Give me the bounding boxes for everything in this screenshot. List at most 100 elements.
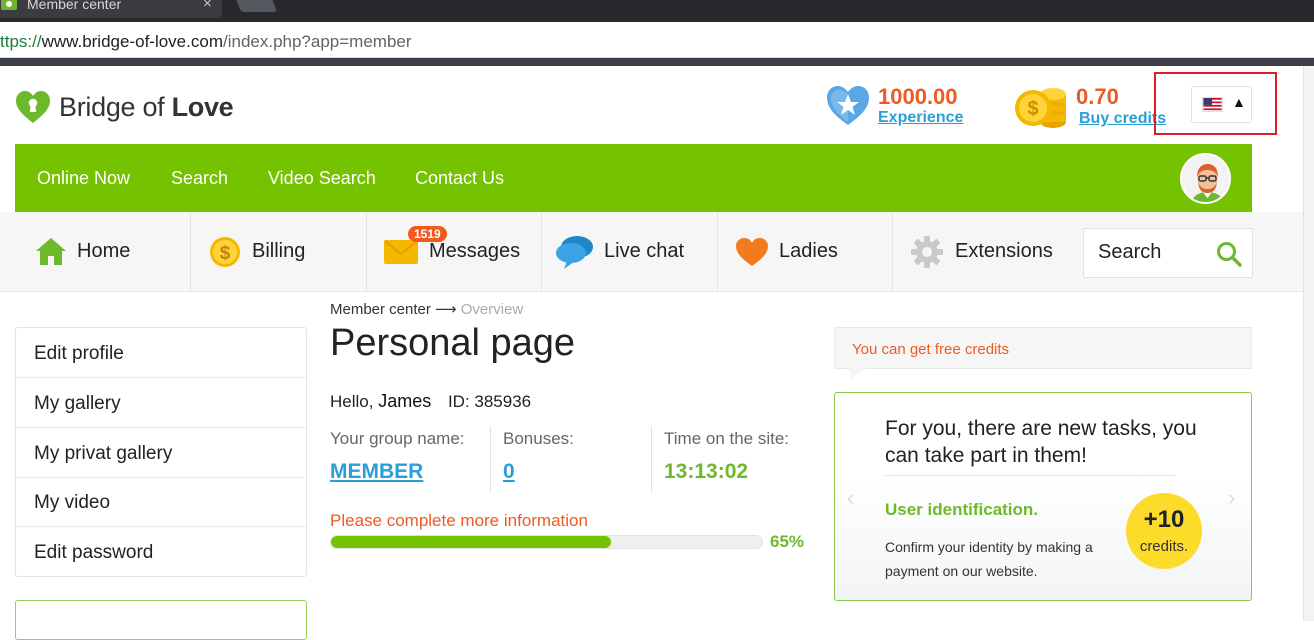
subnav-live-chat-label: Live chat <box>604 240 685 262</box>
subnav-ladies[interactable]: Ladies <box>718 212 893 292</box>
time-on-site-label: Time on the site: <box>664 429 790 448</box>
subnav-live-chat[interactable]: Live chat <box>542 212 718 292</box>
page-title: Personal page <box>330 322 576 364</box>
user-greeting: Hello, James ID: 385936 <box>330 391 531 412</box>
experience-heart-star-icon <box>827 86 869 125</box>
subnav-extensions-label: Extensions <box>955 240 1053 262</box>
url-path: /index.php?app=member <box>222 32 412 51</box>
stat-divider <box>651 426 652 492</box>
experience-link[interactable]: Experience <box>878 109 963 127</box>
bonuses-label: Bonuses: <box>503 429 574 448</box>
nav-contact-us[interactable]: Contact Us <box>415 168 504 189</box>
profile-progress-fill <box>331 536 612 548</box>
main-nav-bar: Online Now Search Video Search Contact U… <box>15 144 1252 212</box>
logo-text-bold: Love <box>171 91 234 122</box>
free-credits-note: You can get free credits <box>834 327 1252 369</box>
sidebar-secondary-box <box>15 600 307 640</box>
us-flag-icon <box>1202 97 1223 112</box>
sidebar-item-edit-profile[interactable]: Edit profile <box>16 328 306 378</box>
logo-text-light: Bridge of <box>59 91 172 122</box>
sidebar-item-my-privat-gallery[interactable]: My privat gallery <box>16 428 306 478</box>
heart-icon <box>736 238 768 266</box>
subnav-home-label: Home <box>77 240 131 262</box>
group-name-label: Your group name: <box>330 429 465 448</box>
nav-search[interactable]: Search <box>171 168 228 189</box>
svg-text:$: $ <box>220 243 231 264</box>
profile-progress-percent: 65% <box>770 532 805 551</box>
task-description: Confirm your identity by making a paymen… <box>885 539 1093 579</box>
user-id: ID: 385936 <box>447 392 532 411</box>
experience-value: 1000.00 <box>878 84 958 109</box>
breadcrumb-root[interactable]: Member center <box>330 301 431 318</box>
bonuses-link[interactable]: 0 <box>503 460 515 484</box>
browser-tab-bar: Member center × <box>0 0 1314 22</box>
task-bonus-amount: +10 <box>1143 506 1185 533</box>
gear-icon <box>911 236 943 268</box>
search-box <box>1083 228 1253 278</box>
sidebar-item-label: Edit password <box>34 542 154 563</box>
new-tab-button[interactable] <box>235 0 277 12</box>
browser-tab[interactable]: Member center × <box>0 0 222 18</box>
search-icon[interactable] <box>1216 241 1242 267</box>
breadcrumb-arrow-icon: ⟶ <box>435 301 457 318</box>
task-bonus-unit: credits. <box>1139 538 1189 555</box>
sidebar-item-label: My privat gallery <box>34 443 173 464</box>
address-bar[interactable]: ttps://www.bridge-of-love.com/index.php?… <box>0 22 1314 58</box>
profile-progress-bar <box>330 535 763 549</box>
url-scheme: ttps:// <box>0 32 42 51</box>
user-name: James <box>378 391 432 411</box>
time-on-site-value: 13:13:02 <box>664 460 749 483</box>
note-tail <box>850 368 866 380</box>
envelope-icon <box>384 240 418 264</box>
sidebar-item-label: My video <box>34 492 111 513</box>
browser-divider <box>0 58 1314 66</box>
credits-value: 0.70 <box>1076 84 1119 109</box>
tab-title: Member center <box>27 0 122 12</box>
language-selector-button[interactable]: ▲ <box>1191 86 1252 123</box>
task-bonus-badge: +10 credits. <box>1126 493 1202 569</box>
heart-keyhole-logo-icon <box>16 91 50 123</box>
task-name-link[interactable]: User identification. <box>885 500 1038 520</box>
nav-online-now[interactable]: Online Now <box>37 168 130 189</box>
group-name-link[interactable]: MEMBER <box>330 460 423 484</box>
svg-text:$: $ <box>1027 98 1038 120</box>
home-icon <box>36 238 66 265</box>
chat-bubbles-icon <box>556 236 593 269</box>
nav-video-search[interactable]: Video Search <box>268 168 376 189</box>
dollar-coin-icon: $ <box>210 237 240 267</box>
breadcrumb: Member center ⟶ Overview <box>330 300 523 318</box>
subnav-extensions[interactable]: Extensions <box>893 212 1073 292</box>
messages-count-badge: 1519 <box>408 226 447 242</box>
greeting-prefix: Hello, <box>330 392 379 411</box>
subnav-billing[interactable]: $ Billing <box>191 212 367 292</box>
sidebar-item-label: My gallery <box>34 393 121 414</box>
carousel-prev-icon[interactable]: ‹ <box>847 485 854 511</box>
subnav-billing-label: Billing <box>252 240 306 262</box>
free-credits-text[interactable]: You can get free credits <box>852 341 1009 358</box>
complete-profile-link[interactable]: Please complete more information <box>330 511 588 531</box>
subnav-messages-label: Messages <box>429 240 521 262</box>
task-card-title: For you, there are new tasks, you can ta… <box>885 417 1197 467</box>
subnav-ladies-label: Ladies <box>779 240 838 262</box>
url-host: www.bridge-of-love.com <box>41 32 223 51</box>
carousel-next-icon[interactable]: › <box>1228 485 1235 511</box>
search-input[interactable] <box>1098 241 1198 264</box>
account-sidebar: Edit profile My gallery My privat galler… <box>15 327 307 577</box>
url-text[interactable]: ttps://www.bridge-of-love.com/index.php?… <box>0 32 412 52</box>
tab-close-icon[interactable]: × <box>203 0 212 12</box>
breadcrumb-current: Overview <box>460 301 524 318</box>
page-scrollbar[interactable] <box>1303 66 1314 621</box>
coin-stack-icon: $ <box>1015 88 1066 128</box>
subnav-home[interactable]: Home <box>15 212 191 292</box>
sidebar-item-my-video[interactable]: My video <box>16 477 306 527</box>
sidebar-item-label: Edit profile <box>34 343 124 364</box>
task-card-divider <box>885 475 1175 476</box>
task-card: ‹ › For you, there are new tasks, you ca… <box>834 392 1252 601</box>
sidebar-item-my-gallery[interactable]: My gallery <box>16 378 306 428</box>
site-logo[interactable]: Bridge of Love <box>15 87 234 127</box>
sidebar-item-edit-password[interactable]: Edit password <box>16 527 306 577</box>
user-avatar[interactable] <box>1180 153 1231 204</box>
user-avatar-illustration <box>1182 155 1229 202</box>
subnav-messages[interactable]: Messages <box>367 212 542 292</box>
site-favicon-icon <box>1 0 17 10</box>
